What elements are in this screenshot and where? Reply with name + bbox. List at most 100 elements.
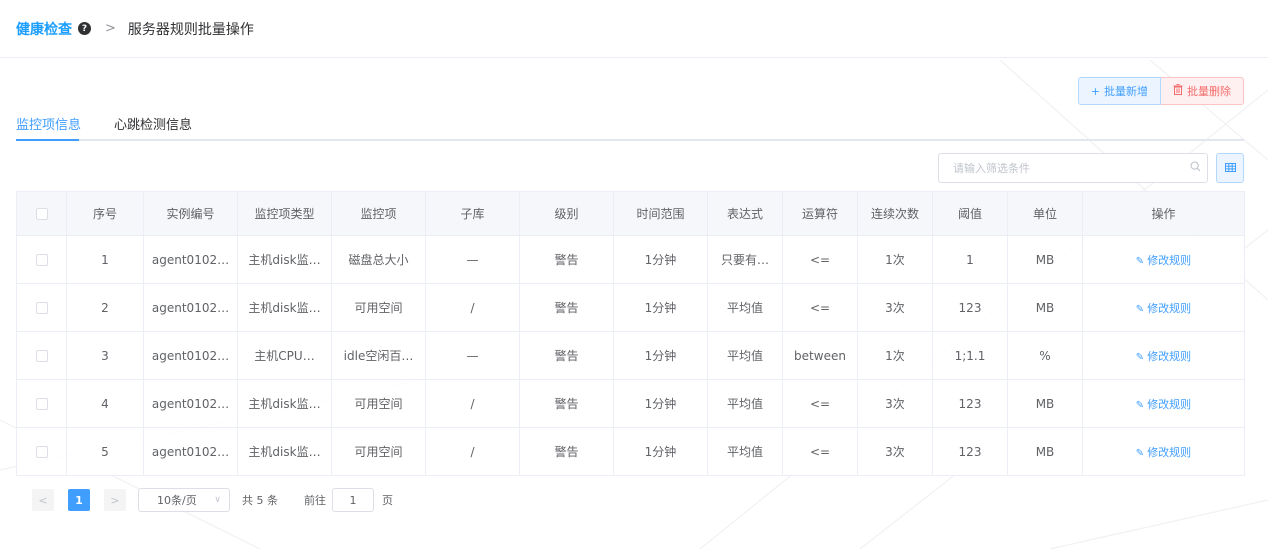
cell-item: 可用空间 — [331, 379, 426, 428]
table-body: 1 agent0102… 主机disk监… 磁盘总大小 — 警告 1分钟 只要有… — [16, 235, 1245, 476]
batch-add-button[interactable]: + 批量新增 — [1077, 77, 1161, 105]
cell-level: 警告 — [519, 283, 614, 332]
select-all-checkbox[interactable] — [35, 208, 48, 220]
cell-threshold: 123 — [932, 379, 1008, 428]
cell-count: 1次 — [857, 235, 933, 284]
row-select-cell — [16, 379, 67, 428]
search-icon[interactable] — [1183, 161, 1207, 175]
filter-search-box — [938, 153, 1208, 183]
column-header: 子库 — [425, 191, 520, 236]
monitor-rules-table: 序号 实例编号 监控项类型 监控项 子库 级别 时间范围 表达式 运算符 连续次… — [16, 191, 1245, 476]
cell-threshold: 123 — [932, 283, 1008, 332]
cell-instance: agent0102… — [143, 235, 238, 284]
cell-unit: MB — [1007, 235, 1083, 284]
cell-item: 可用空间 — [331, 427, 426, 476]
row-checkbox[interactable] — [35, 398, 48, 410]
column-header: 实例编号 — [143, 191, 238, 236]
row-select-cell — [16, 427, 67, 476]
cell-op: <= — [782, 427, 858, 476]
breadcrumb-title[interactable]: 健康检查 — [16, 19, 72, 39]
cell-type: 主机CPU… — [237, 331, 332, 380]
cell-count: 3次 — [857, 283, 933, 332]
column-header: 连续次数 — [857, 191, 933, 236]
cell-instance: agent0102… — [143, 283, 238, 332]
select-all-cell — [16, 191, 67, 236]
page-number-current[interactable]: 1 — [68, 489, 90, 511]
cell-range: 1分钟 — [613, 427, 708, 476]
row-checkbox[interactable] — [35, 446, 48, 458]
edit-rule-link[interactable]: ✎ 修改规则 — [1136, 302, 1191, 315]
batch-delete-label: 批量删除 — [1187, 85, 1231, 98]
cell-level: 警告 — [519, 379, 614, 428]
page-size-select[interactable]: 10条/页 ∨ — [138, 488, 230, 512]
column-header: 操作 — [1082, 191, 1245, 236]
table-header-row: 序号 实例编号 监控项类型 监控项 子库 级别 时间范围 表达式 运算符 连续次… — [16, 191, 1245, 236]
edit-rule-link[interactable]: ✎ 修改规则 — [1136, 350, 1191, 363]
edit-rule-label: 修改规则 — [1147, 253, 1192, 267]
filter-search-input[interactable] — [939, 154, 1183, 182]
table-row: 5 agent0102… 主机disk监… 可用空间 / 警告 1分钟 平均值 … — [16, 427, 1245, 476]
cell-level: 警告 — [519, 235, 614, 284]
edit-rule-link[interactable]: ✎ 修改规则 — [1136, 398, 1191, 411]
cell-type: 主机disk监… — [237, 427, 332, 476]
cell-action: ✎ 修改规则 — [1082, 235, 1245, 284]
cell-level: 警告 — [519, 427, 614, 476]
row-checkbox[interactable] — [35, 302, 48, 314]
breadcrumb-separator: > — [105, 21, 116, 36]
page-title: 服务器规则批量操作 — [127, 21, 254, 38]
row-checkbox[interactable] — [35, 350, 48, 362]
cell-level: 警告 — [519, 331, 614, 380]
goto-page-input[interactable] — [332, 488, 374, 512]
edit-icon: ✎ — [1135, 447, 1145, 459]
cell-op: <= — [782, 235, 858, 284]
cell-action: ✎ 修改规则 — [1082, 331, 1245, 380]
column-settings-button[interactable] — [1216, 153, 1244, 183]
cell-expr: 平均值 — [707, 427, 783, 476]
edit-icon: ✎ — [1135, 399, 1145, 411]
tab-heartbeat-info[interactable]: 心跳检测信息 — [114, 114, 192, 133]
help-icon[interactable]: ? — [78, 22, 91, 35]
edit-rule-link[interactable]: ✎ 修改规则 — [1136, 446, 1191, 459]
edit-rule-label: 修改规则 — [1147, 349, 1192, 363]
batch-add-label: 批量新增 — [1104, 85, 1148, 98]
cell-type: 主机disk监… — [237, 379, 332, 428]
cell-no: 5 — [66, 427, 144, 476]
edit-rule-label: 修改规则 — [1147, 397, 1192, 411]
cell-no: 2 — [66, 283, 144, 332]
cell-expr: 平均值 — [707, 283, 783, 332]
column-header: 监控项 — [331, 191, 426, 236]
next-page-button[interactable]: > — [104, 489, 126, 511]
cell-instance: agent0102… — [143, 427, 238, 476]
header: 健康检查 ? > 服务器规则批量操作 — [0, 0, 1268, 58]
column-header: 阈值 — [932, 191, 1008, 236]
cell-unit: % — [1007, 331, 1083, 380]
trash-icon — [1173, 84, 1183, 98]
cell-no: 4 — [66, 379, 144, 428]
cell-threshold: 1 — [932, 235, 1008, 284]
cell-count: 1次 — [857, 331, 933, 380]
edit-icon: ✎ — [1135, 351, 1145, 363]
tab-monitor-info[interactable]: 监控项信息 — [16, 114, 81, 133]
edit-rule-link[interactable]: ✎ 修改规则 — [1136, 254, 1191, 267]
table-grid-icon — [1224, 161, 1236, 175]
edit-icon: ✎ — [1135, 255, 1145, 267]
top-actions: + 批量新增 批量删除 — [1077, 77, 1244, 105]
goto-label: 前往 — [304, 494, 326, 507]
cell-instance: agent0102… — [143, 331, 238, 380]
column-header: 单位 — [1007, 191, 1083, 236]
batch-delete-button[interactable]: 批量删除 — [1161, 77, 1244, 105]
cell-type: 主机disk监… — [237, 235, 332, 284]
active-tab-indicator — [16, 139, 79, 141]
edit-icon: ✎ — [1135, 303, 1145, 315]
row-select-cell — [16, 283, 67, 332]
column-header: 运算符 — [782, 191, 858, 236]
table-row: 4 agent0102… 主机disk监… 可用空间 / 警告 1分钟 平均值 … — [16, 379, 1245, 428]
cell-unit: MB — [1007, 427, 1083, 476]
column-header: 序号 — [66, 191, 144, 236]
cell-sub: / — [425, 427, 520, 476]
cell-sub: — — [425, 331, 520, 380]
chevron-down-icon: ∨ — [214, 495, 221, 505]
row-checkbox[interactable] — [35, 254, 48, 266]
prev-page-button[interactable]: < — [32, 489, 54, 511]
cell-sub: — — [425, 235, 520, 284]
